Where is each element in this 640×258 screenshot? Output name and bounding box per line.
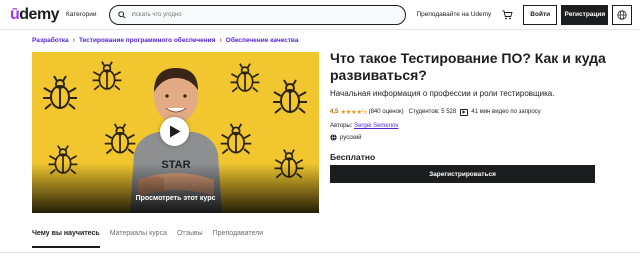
tab-course-content[interactable]: Материалы курса	[110, 230, 167, 248]
globe-icon	[617, 9, 627, 20]
search-input[interactable]	[131, 11, 392, 18]
video-icon	[460, 108, 469, 116]
search-bar[interactable]	[108, 4, 407, 25]
globe-icon	[330, 134, 337, 141]
course-title: Что такое Тестирование ПО? Как и куда ра…	[330, 50, 606, 83]
ratings-count-link[interactable]: (840 оценок)	[369, 109, 404, 115]
course-stats: 4,5 ★★★★½ (840 оценок) Студентов: 5 528 …	[330, 108, 541, 116]
bug-icon	[230, 63, 260, 93]
tab-instructors[interactable]: Преподаватели	[213, 230, 264, 248]
cart-icon[interactable]	[501, 9, 513, 21]
breadcrumb-quality-assurance[interactable]: Обеспечение качества	[226, 37, 299, 44]
rating-value: 4,5	[330, 109, 339, 115]
course-subtitle: Начальная информация о профессии и роли …	[330, 89, 555, 98]
breadcrumb-software-testing[interactable]: Тестирование программного обеспечения	[79, 37, 215, 44]
tab-reviews[interactable]: Отзывы	[177, 230, 203, 248]
price-label: Бесплатно	[330, 152, 376, 162]
top-header: ūdemy Категории Преподавайте на Udemy Во…	[0, 0, 640, 30]
signup-button[interactable]: Регистрация	[561, 4, 609, 25]
course-language: русский	[330, 134, 362, 141]
breadcrumb: Разработка › Тестирование программного о…	[32, 37, 298, 44]
authors-label: Авторы:	[330, 123, 353, 129]
enroll-button[interactable]: Зарегистрироваться	[330, 165, 595, 183]
language-button[interactable]	[612, 4, 632, 25]
preview-course-label[interactable]: Просмотреть этот курс	[32, 195, 319, 202]
course-tabs: Чему вы научитесь Материалы курса Отзывы…	[32, 230, 273, 248]
students-count: Студентов: 5 528	[408, 109, 457, 115]
language-label: русский	[340, 134, 362, 141]
bug-icon	[92, 61, 122, 91]
course-preview-video[interactable]: STAR Просмотреть этот курс	[32, 52, 319, 213]
teach-link[interactable]: Преподавайте на Udemy	[416, 11, 491, 18]
play-button[interactable]	[160, 117, 189, 146]
login-button[interactable]: Войти	[523, 4, 558, 25]
chevron-right-icon: ›	[72, 37, 75, 44]
star-rating-icon: ★★★★½	[340, 109, 367, 116]
authors-line: Авторы: Sergei Semenov	[330, 123, 398, 129]
video-overlay	[32, 163, 319, 213]
breadcrumb-development[interactable]: Разработка	[32, 37, 69, 44]
author-link[interactable]: Sergei Semenov	[354, 123, 398, 129]
categories-link[interactable]: Категории	[66, 11, 97, 18]
video-duration: 41 мин видео по запросу	[471, 109, 541, 115]
bug-icon	[43, 75, 77, 110]
tab-what-you-learn[interactable]: Чему вы научитесь	[32, 230, 100, 248]
tabs-divider	[0, 252, 640, 253]
chevron-right-icon: ›	[219, 37, 222, 44]
udemy-logo[interactable]: ūdemy	[10, 6, 60, 24]
play-icon	[169, 125, 180, 138]
bug-icon	[273, 79, 307, 114]
search-icon	[117, 10, 126, 19]
